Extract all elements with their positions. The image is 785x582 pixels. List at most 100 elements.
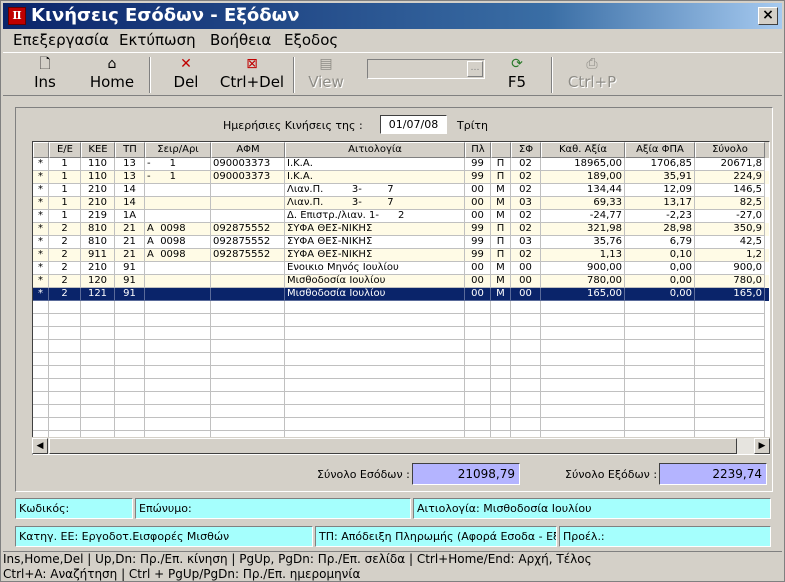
empty-cell bbox=[695, 340, 765, 353]
doc-type-field: ΤΠ: Απόδειξη Πληρωμής (Αφορά Εσοδα - Εξο… bbox=[315, 526, 557, 547]
column-header[interactable]: ΑΦΜ bbox=[211, 142, 285, 158]
empty-row bbox=[33, 418, 769, 431]
title-bar[interactable]: Ⅱ Κινήσεις Εσόδων - Εξόδων × bbox=[3, 3, 782, 29]
delete-icon: ✕ bbox=[180, 56, 192, 72]
view-button[interactable]: ▤ View bbox=[305, 55, 347, 95]
empty-cell bbox=[625, 366, 695, 379]
table-cell: 121 bbox=[81, 288, 115, 301]
empty-cell bbox=[285, 301, 465, 314]
column-header[interactable]: ΚΕΕ bbox=[81, 142, 115, 158]
table-cell: Α 0098 bbox=[145, 249, 211, 262]
table-cell: 99 bbox=[465, 171, 491, 184]
empty-cell bbox=[285, 405, 465, 418]
ctrl-del-button[interactable]: ⊠ Ctrl+Del bbox=[219, 55, 285, 95]
column-header[interactable]: Πλ bbox=[465, 142, 491, 158]
scrollbar-thumb[interactable] bbox=[49, 438, 737, 454]
del-button[interactable]: ✕ Del bbox=[169, 55, 203, 95]
horizontal-scrollbar[interactable]: ◀ ▶ bbox=[32, 437, 770, 454]
empty-row bbox=[33, 392, 769, 405]
column-header[interactable]: ΣΦ bbox=[511, 142, 541, 158]
empty-cell bbox=[81, 301, 115, 314]
menu-edit[interactable]: Επεξεργασία bbox=[13, 31, 109, 49]
empty-cell bbox=[211, 379, 285, 392]
table-cell: 911 bbox=[81, 249, 115, 262]
column-header[interactable]: Σειρ/Αρι bbox=[145, 142, 211, 158]
menu-exit[interactable]: Εξοδος bbox=[284, 31, 338, 49]
empty-cell bbox=[285, 366, 465, 379]
table-cell: Μ bbox=[491, 275, 511, 288]
home-button[interactable]: ⌂ Home bbox=[89, 55, 135, 95]
empty-cell bbox=[33, 301, 49, 314]
table-cell: 092875552 bbox=[211, 223, 285, 236]
date-input[interactable]: 01/07/08 bbox=[380, 115, 447, 134]
empty-cell bbox=[465, 353, 491, 366]
table-cell: 02 bbox=[511, 223, 541, 236]
table-row[interactable]: * 2 810 21 Α 0098 092875552 ΣΥΦΑ ΘΕΣ-ΝΙΚΗΣ 99 Π 0… bbox=[33, 223, 769, 236]
ins-button[interactable]: 🗋 Ins bbox=[29, 55, 61, 95]
income-total-label: Σύνολο Εσόδων : bbox=[317, 468, 410, 481]
table-cell: * bbox=[33, 236, 49, 249]
toolbar-separator bbox=[551, 57, 553, 93]
table-row[interactable]: * 2 911 21 Α 0098 092875552 ΣΥΦΑ ΘΕΣ-ΝΙΚΗΣ 99 Π 0… bbox=[33, 249, 769, 262]
printer-icon: ⎙ bbox=[586, 56, 598, 72]
toolbar-combo[interactable]: … bbox=[367, 59, 485, 79]
close-button[interactable]: × bbox=[758, 7, 778, 25]
column-header[interactable] bbox=[491, 142, 511, 158]
empty-cell bbox=[695, 392, 765, 405]
f5-button[interactable]: ⟳ F5 bbox=[501, 55, 533, 95]
empty-cell bbox=[115, 405, 145, 418]
chevron-down-icon[interactable]: … bbox=[467, 61, 483, 77]
empty-cell bbox=[491, 366, 511, 379]
empty-cell bbox=[145, 353, 211, 366]
scroll-left-icon[interactable]: ◀ bbox=[32, 438, 48, 454]
table-row[interactable]: * 2 210 91 Ενοικιο Μηνός Ιουλίου 00 Μ 00 900,00 0… bbox=[33, 262, 769, 275]
column-header[interactable]: ΤΠ bbox=[115, 142, 145, 158]
column-header[interactable]: Αξία ΦΠΑ bbox=[625, 142, 695, 158]
table-row[interactable]: * 1 210 14 Λιαν.Π. 3- 7 00 Μ 02 134,44 12,09 146,5 bbox=[33, 184, 769, 197]
ctrl-p-button[interactable]: ⎙ Ctrl+P bbox=[565, 55, 619, 95]
table-row[interactable]: * 1 219 1Α Δ. Επιστρ./λιαν. 1- 2 00 Μ 02 -24,77-… bbox=[33, 210, 769, 223]
table-row[interactable]: * 1 210 14 Λιαν.Π. 3- 7 00 Μ 03 69,33 13,17 82,5 bbox=[33, 197, 769, 210]
empty-cell bbox=[33, 366, 49, 379]
empty-cell bbox=[285, 327, 465, 340]
column-header[interactable]: Σύνολο bbox=[695, 142, 765, 158]
table-cell: 0,00 bbox=[625, 262, 695, 275]
column-header[interactable]: Καθ. Αξία bbox=[541, 142, 625, 158]
menu-help[interactable]: Βοήθεια bbox=[210, 31, 271, 49]
empty-cell bbox=[285, 379, 465, 392]
table-row[interactable]: * 2 120 91 Μισθοδοσία Ιουλίου 00 Μ 00 780,00 0,00… bbox=[33, 275, 769, 288]
empty-cell bbox=[115, 366, 145, 379]
table-cell: -24,77 bbox=[541, 210, 625, 223]
table-row[interactable]: * 2 121 91 Μισθοδοσία Ιουλίου 00 Μ 00 165,00 0,00… bbox=[33, 288, 769, 301]
table-cell bbox=[145, 275, 211, 288]
table-cell bbox=[211, 197, 285, 210]
table-cell: 810 bbox=[81, 223, 115, 236]
empty-cell bbox=[625, 327, 695, 340]
empty-cell bbox=[491, 405, 511, 418]
table-row[interactable]: * 1 110 13- 1 090003373 Ι.Κ.Α. 99 Π 02 189,00 35,9… bbox=[33, 171, 769, 184]
table-cell: 189,00 bbox=[541, 171, 625, 184]
transactions-grid[interactable]: Ε/Ε ΚΕΕ ΤΠ Σειρ/Αρι ΑΦΜ Αιτιολογία Πλ ΣΦ Καθ. Αξ… bbox=[32, 141, 770, 455]
column-header[interactable]: Ε/Ε bbox=[49, 142, 81, 158]
table-cell: 165,0 bbox=[695, 288, 765, 301]
table-cell: 03 bbox=[511, 197, 541, 210]
empty-cell bbox=[33, 327, 49, 340]
empty-cell bbox=[115, 418, 145, 431]
table-cell: 780,0 bbox=[695, 275, 765, 288]
toolbar-separator bbox=[293, 57, 295, 93]
empty-cell bbox=[81, 327, 115, 340]
table-cell: 2 bbox=[49, 275, 81, 288]
empty-cell bbox=[145, 392, 211, 405]
table-row[interactable]: * 2 810 21 Α 0098 092875552 ΣΥΦΑ ΘΕΣ-ΝΙΚΗΣ 99 Π 0… bbox=[33, 236, 769, 249]
menu-print[interactable]: Εκτύπωση bbox=[119, 31, 196, 49]
table-cell: 1706,85 bbox=[625, 158, 695, 171]
empty-cell bbox=[285, 353, 465, 366]
table-cell: 14 bbox=[115, 184, 145, 197]
scroll-right-icon[interactable]: ▶ bbox=[754, 438, 770, 454]
table-cell: Μισθοδοσία Ιουλίου bbox=[285, 275, 465, 288]
table-row[interactable]: * 1 110 13- 1 090003373 Ι.Κ.Α. 99 Π 02 18965,00 17… bbox=[33, 158, 769, 171]
column-header[interactable]: Αιτιολογία bbox=[285, 142, 465, 158]
empty-cell bbox=[465, 366, 491, 379]
table-cell: -27,0 bbox=[695, 210, 765, 223]
empty-cell bbox=[511, 340, 541, 353]
